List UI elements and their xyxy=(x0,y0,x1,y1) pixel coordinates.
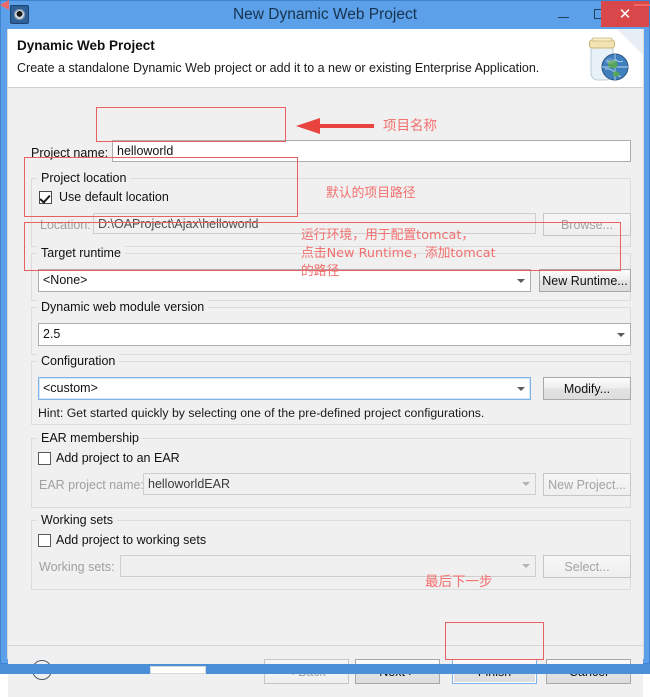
page-title: Dynamic Web Project xyxy=(17,38,155,53)
target-runtime-combo[interactable]: <None> xyxy=(38,269,531,292)
module-version-group-title: Dynamic web module version xyxy=(37,300,209,314)
use-default-location-checkbox[interactable] xyxy=(39,191,52,204)
ear-project-name-combo[interactable]: helloworldEAR xyxy=(143,473,536,495)
add-project-to-ear-label: Add project to an EAR xyxy=(56,451,180,465)
chevron-down-icon xyxy=(522,482,530,486)
use-default-location-label: Use default location xyxy=(59,190,169,204)
browse-button[interactable]: Browse... xyxy=(543,213,631,236)
module-version-combo[interactable]: 2.5 xyxy=(38,323,631,346)
location-label: Location: xyxy=(40,218,91,232)
close-icon: ✕ xyxy=(618,5,632,23)
modify-button[interactable]: Modify... xyxy=(543,377,631,400)
chevron-down-icon xyxy=(517,386,525,391)
configuration-group-title: Configuration xyxy=(37,354,120,368)
title-bar[interactable]: New Dynamic Web Project ✕ xyxy=(1,1,649,29)
wizard-banner: Dynamic Web Project Create a standalone … xyxy=(8,29,643,88)
chevron-down-icon xyxy=(617,332,625,337)
add-project-to-working-sets-checkbox[interactable] xyxy=(38,534,51,547)
chevron-down-icon xyxy=(517,278,525,283)
minimize-button[interactable] xyxy=(545,1,581,27)
target-runtime-group-title: Target runtime xyxy=(37,246,125,260)
configuration-combo[interactable]: <custom> xyxy=(38,377,531,400)
chevron-down-icon xyxy=(522,564,530,568)
taskbar-window-tab[interactable] xyxy=(150,666,206,674)
wizard-content: Project name: helloworld Project locatio… xyxy=(8,89,643,651)
taskbar-strip xyxy=(0,664,650,674)
working-sets-group-title: Working sets xyxy=(37,513,118,527)
add-project-to-ear-checkbox[interactable] xyxy=(38,452,51,465)
location-input[interactable]: D:\OAProject\Ajax\helloworld xyxy=(93,213,536,234)
dialog-body: Dynamic Web Project Create a standalone … xyxy=(7,29,644,697)
ear-membership-group-title: EAR membership xyxy=(37,431,143,445)
project-location-group-title: Project location xyxy=(37,171,131,185)
new-runtime-button[interactable]: New Runtime... xyxy=(539,269,631,292)
select-working-sets-button[interactable]: Select... xyxy=(543,555,631,578)
ear-project-name-value: helloworldEAR xyxy=(148,477,230,491)
target-runtime-value: <None> xyxy=(43,273,88,287)
dialog-window: New Dynamic Web Project ✕ Dynamic Web Pr… xyxy=(0,0,650,697)
page-description: Create a standalone Dynamic Web project … xyxy=(17,61,540,75)
module-version-value: 2.5 xyxy=(43,327,61,341)
new-ear-project-button[interactable]: New Project... xyxy=(543,473,631,496)
close-button[interactable]: ✕ xyxy=(601,1,649,27)
working-sets-label: Working sets: xyxy=(39,560,115,574)
jar-globe-icon xyxy=(577,31,635,86)
ear-project-name-label: EAR project name: xyxy=(39,478,144,492)
configuration-hint: Hint: Get started quickly by selecting o… xyxy=(38,406,485,420)
add-project-to-working-sets-label: Add project to working sets xyxy=(56,533,207,547)
project-name-input[interactable]: helloworld xyxy=(112,140,631,162)
project-name-label: Project name: xyxy=(31,146,109,160)
configuration-value: <custom> xyxy=(43,381,98,395)
working-sets-combo[interactable] xyxy=(120,555,536,577)
